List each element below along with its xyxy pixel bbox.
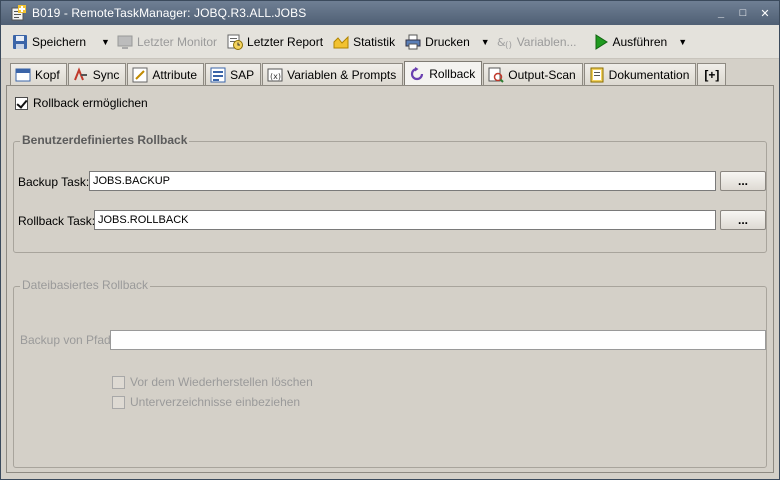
- tab-bar: Kopf Sync Attribute SAP (x) Variablen & …: [10, 61, 727, 86]
- custom-rollback-group-title: Benutzerdefiniertes Rollback: [20, 133, 190, 147]
- variables-button[interactable]: &() Variablen...: [494, 30, 580, 54]
- last-report-button[interactable]: Letzter Report: [224, 30, 326, 54]
- header-icon: [15, 67, 31, 83]
- chart-icon: [333, 34, 349, 50]
- delete-before-restore-label: Vor dem Wiederherstellen löschen: [130, 375, 313, 389]
- maximize-button[interactable]: □: [735, 5, 751, 21]
- title-bar[interactable]: B019 - RemoteTaskManager: JOBQ.R3.ALL.JO…: [1, 1, 779, 25]
- rollback-panel: Rollback ermöglichen Benutzerdefiniertes…: [6, 85, 774, 473]
- enable-rollback-checkbox[interactable]: [15, 96, 28, 110]
- save-dropdown-arrow[interactable]: ▼: [101, 37, 110, 47]
- close-button[interactable]: ✕: [757, 5, 773, 21]
- minimize-button[interactable]: _: [713, 5, 729, 21]
- floppy-disk-icon: [12, 34, 28, 50]
- documentation-icon: [589, 67, 605, 83]
- print-button[interactable]: Drucken: [402, 30, 473, 54]
- backup-task-field[interactable]: JOBS.BACKUP: [89, 171, 716, 191]
- tab-kopf[interactable]: Kopf: [10, 63, 67, 85]
- tab-label: Sync: [92, 67, 120, 82]
- tab-sync[interactable]: Sync: [67, 63, 127, 85]
- tab-label: Kopf: [35, 67, 60, 82]
- monitor-icon: [117, 34, 133, 50]
- statistics-label: Statistik: [353, 34, 396, 49]
- delete-before-restore-checkbox[interactable]: [112, 375, 125, 389]
- custom-rollback-group: Benutzerdefiniertes Rollback Backup Task…: [13, 133, 767, 253]
- last-report-label: Letzter Report: [247, 34, 324, 49]
- statistics-button[interactable]: Statistik: [330, 30, 398, 54]
- print-label: Drucken: [425, 34, 470, 49]
- rollback-task-browse-button[interactable]: ...: [720, 210, 766, 230]
- sap-icon: [210, 67, 226, 83]
- svg-text:(x): (x): [270, 72, 281, 81]
- rollback-icon: [409, 66, 425, 82]
- tab-label: SAP: [230, 67, 255, 82]
- last-monitor-label: Letzter Monitor: [136, 34, 218, 49]
- rollback-task-label: Rollback Task:: [18, 214, 96, 228]
- tab-label: Output-Scan: [508, 67, 576, 82]
- tab-label: Rollback: [429, 67, 476, 81]
- window-title: B019 - RemoteTaskManager: JOBQ.R3.ALL.JO…: [32, 6, 307, 20]
- play-icon: [593, 33, 609, 50]
- task-document-icon: [10, 5, 26, 21]
- variables-label: Variablen...: [516, 34, 577, 49]
- add-tab-icon: [+]: [704, 67, 720, 82]
- variables-icon: &(): [497, 34, 513, 51]
- tab-sap[interactable]: SAP: [205, 63, 262, 85]
- file-rollback-group-title: Dateibasiertes Rollback: [20, 278, 151, 292]
- delete-before-restore-row[interactable]: Vor dem Wiederherstellen löschen: [112, 375, 313, 389]
- enable-rollback-label: Rollback ermöglichen: [33, 96, 148, 110]
- sync-icon: [73, 66, 89, 83]
- backup-task-browse-button[interactable]: ...: [720, 171, 766, 191]
- printer-icon: [405, 34, 421, 50]
- tab-rollback[interactable]: Rollback: [404, 61, 483, 86]
- tab-output-scan[interactable]: Output-Scan: [483, 63, 583, 85]
- backup-task-label: Backup Task:: [18, 175, 90, 189]
- tab-dokumentation[interactable]: Dokumentation: [583, 63, 697, 85]
- toolbar: Speichern ▼ Letzter Monitor Letzter Repo…: [1, 25, 779, 59]
- tab-label: Variablen & Prompts: [287, 67, 397, 82]
- svg-text:(): (): [505, 41, 512, 50]
- report-clock-icon: [227, 34, 244, 50]
- include-subdirs-row[interactable]: Unterverzeichnisse einbeziehen: [112, 395, 300, 409]
- last-monitor-button[interactable]: Letzter Monitor: [114, 30, 220, 54]
- file-rollback-group: Dateibasiertes Rollback Backup von Pfad:…: [13, 278, 767, 468]
- tab-label: Dokumentation: [608, 67, 690, 82]
- save-button[interactable]: Speichern: [9, 30, 89, 54]
- enable-rollback-row[interactable]: Rollback ermöglichen: [15, 96, 148, 110]
- attribute-icon: [132, 67, 148, 83]
- variables-prompts-icon: (x): [267, 67, 283, 83]
- save-label: Speichern: [32, 34, 87, 49]
- execute-button[interactable]: Ausführen: [590, 30, 671, 54]
- backup-path-label: Backup von Pfad:: [20, 333, 115, 347]
- tab-attribute[interactable]: Attribute: [127, 63, 205, 85]
- task-editor-window: B019 - RemoteTaskManager: JOBQ.R3.ALL.JO…: [0, 0, 780, 480]
- output-scan-icon: [488, 67, 505, 83]
- execute-label: Ausführen: [612, 34, 668, 49]
- include-subdirs-label: Unterverzeichnisse einbeziehen: [130, 395, 301, 409]
- execute-dropdown-arrow[interactable]: ▼: [678, 37, 687, 47]
- tab-label: Attribute: [152, 67, 198, 82]
- backup-path-field[interactable]: [110, 330, 766, 350]
- rollback-task-field[interactable]: JOBS.ROLLBACK: [94, 210, 716, 230]
- include-subdirs-checkbox[interactable]: [112, 395, 125, 409]
- tab-variablen-prompts[interactable]: (x) Variablen & Prompts: [262, 63, 404, 85]
- print-dropdown-arrow[interactable]: ▼: [481, 37, 490, 47]
- tab-add[interactable]: [+]: [697, 63, 727, 85]
